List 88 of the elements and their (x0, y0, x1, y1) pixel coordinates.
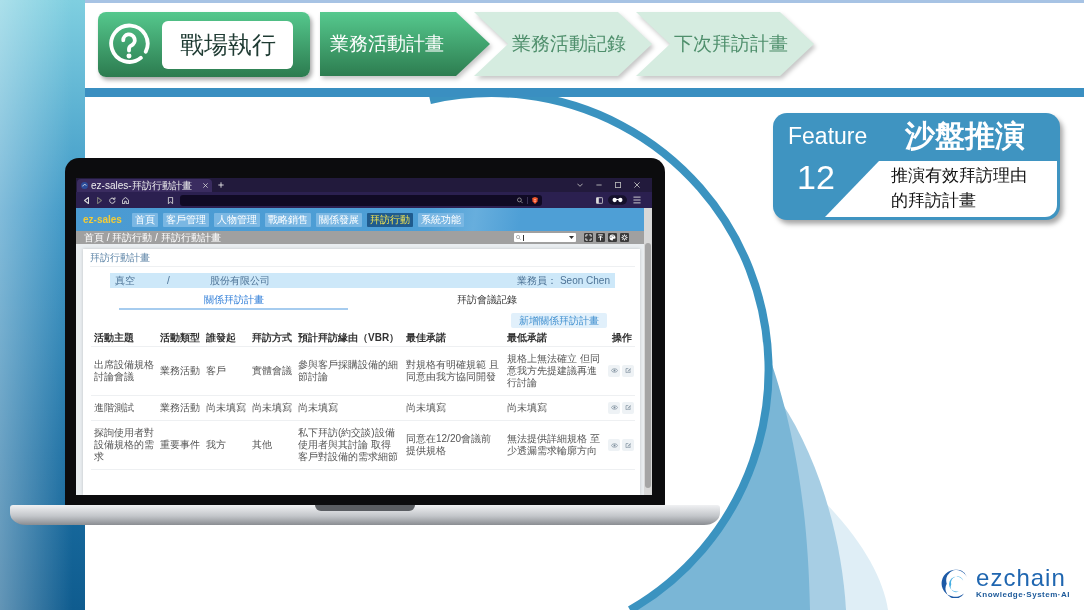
address-field[interactable] (180, 194, 542, 206)
plus-icon[interactable] (218, 182, 224, 188)
column-header: 活動類型 (160, 332, 200, 344)
step-tab[interactable]: 業務活動計畫 (320, 12, 490, 76)
eye-icon (610, 442, 618, 448)
table-cell: 同意在12/20會議前提供規格 (406, 432, 492, 456)
info-text: / (167, 275, 170, 286)
panel-tab[interactable]: 拜訪會議記錄 (372, 294, 601, 310)
search-field[interactable] (514, 233, 576, 242)
menu-icon[interactable] (633, 196, 641, 204)
nav-button[interactable]: 關係發展 (315, 212, 362, 227)
table-cell: 我方 (206, 438, 226, 450)
feature-description: 推演有效拜訪理由的拜訪計畫 (891, 164, 1028, 212)
chevron-down-icon[interactable] (577, 182, 583, 188)
scrollbar[interactable] (644, 208, 652, 495)
brand-tagline: Knowledge·System·AI (976, 590, 1070, 600)
eye-icon (610, 368, 618, 374)
palette-icon[interactable] (608, 233, 617, 242)
close-icon[interactable] (203, 183, 208, 188)
salesperson-text: 業務員： Seon Chen (517, 273, 610, 288)
search-icon (516, 235, 521, 240)
nav-button[interactable]: 人物管理 (213, 212, 260, 227)
table-cell: 尚未填寫 (206, 401, 246, 413)
section-title: 戰場執行 (162, 20, 293, 69)
table-cell: 參與客戶採購設備的細節討論 (298, 358, 398, 382)
forward-icon[interactable] (96, 196, 103, 204)
table-cell: 探詢使用者對設備規格的需求 (94, 426, 154, 462)
feature-title: 沙盤推演 (904, 118, 1026, 154)
bookmark-icon[interactable] (167, 196, 174, 204)
maximize-icon[interactable] (615, 182, 621, 188)
info-text: 股份有限公司 (210, 273, 270, 288)
column-header: 預計拜訪緣由（VBR） (298, 332, 400, 344)
table-cell: 尚未填寫 (507, 401, 547, 413)
edit-icon (624, 368, 632, 374)
feature-label: Feature (787, 122, 869, 150)
table-cell: 出席設備規格討論會議 (94, 358, 154, 382)
table-cell: 其他 (252, 438, 272, 450)
fullscreen-icon[interactable] (584, 233, 593, 242)
lion-shield-icon[interactable] (532, 196, 538, 204)
back-icon[interactable] (83, 196, 90, 204)
upload-icon[interactable] (596, 233, 605, 242)
glasses-icon[interactable] (608, 195, 627, 205)
nav-button[interactable]: 首頁 (131, 212, 158, 227)
table-cell: 尚未填寫 (406, 401, 446, 413)
table-cell: 尚未填寫 (252, 401, 292, 413)
add-plan-button[interactable]: 新增關係拜訪計畫 (511, 313, 607, 328)
step-tab[interactable]: 下次拜訪計畫 (636, 12, 814, 76)
nav-button[interactable]: 拜訪行動 (366, 212, 413, 227)
column-header: 最低承諾 (507, 332, 547, 344)
table-cell: 重要事件 (160, 438, 200, 450)
column-header: 最佳承諾 (406, 332, 446, 344)
brand-wordmark: ezchain (976, 566, 1066, 590)
table-cell: 尚未填寫 (298, 401, 338, 413)
nav-button[interactable]: 客戶管理 (162, 212, 209, 227)
table-cell: 規格上無法確立 但同意我方先提建議再進行討論 (507, 352, 600, 388)
home-icon[interactable] (122, 196, 129, 204)
table-cell: 業務活動 (160, 364, 200, 376)
close-icon[interactable] (634, 182, 640, 188)
browser-tab[interactable]: ez-sales-拜訪行動計畫 (77, 179, 212, 192)
edit-icon (624, 442, 632, 448)
info-text: 真空 (115, 273, 135, 288)
column-header: 活動主題 (94, 332, 134, 344)
table-cell: 私下拜訪(約交談)設備使用者與其討論 取得客戶對設備的需求細節 (298, 426, 398, 462)
caret-icon[interactable] (569, 236, 574, 239)
app-logo: ez-sales (83, 214, 122, 225)
table-cell: 無法提供詳細規格 至少透漏需求輪廓方向 (507, 432, 600, 456)
column-header: 誰發起 (206, 332, 236, 344)
breadcrumb: 首頁 / 拜訪行動 / 拜訪行動計畫 (84, 231, 221, 244)
step-tab[interactable]: 業務活動記錄 (474, 12, 652, 76)
table-cell: 進階測試 (94, 401, 134, 413)
panel-title: 拜訪行動計畫 (90, 252, 150, 264)
nav-button[interactable]: 戰略銷售 (264, 212, 311, 227)
table-cell: 對規格有明確規範 且同意由我方協同開發 (406, 358, 499, 382)
feature-number: 12 (796, 159, 836, 195)
search-icon[interactable] (517, 196, 523, 204)
edit-icon (624, 405, 632, 411)
table-cell: 業務活動 (160, 401, 200, 413)
column-header: 操作 (612, 332, 632, 344)
reload-icon[interactable] (109, 196, 116, 204)
column-header: 拜訪方式 (252, 332, 292, 344)
nav-button[interactable]: 系統功能 (417, 212, 464, 227)
table-cell: 客戶 (206, 364, 226, 376)
sidebar-icon[interactable] (596, 196, 603, 204)
settings-icon[interactable] (620, 233, 629, 242)
table-cell: 實體會議 (252, 364, 292, 376)
eye-icon (610, 405, 618, 411)
panel-tab[interactable]: 關係拜訪計畫 (119, 294, 348, 310)
site-logo-icon (81, 182, 88, 189)
